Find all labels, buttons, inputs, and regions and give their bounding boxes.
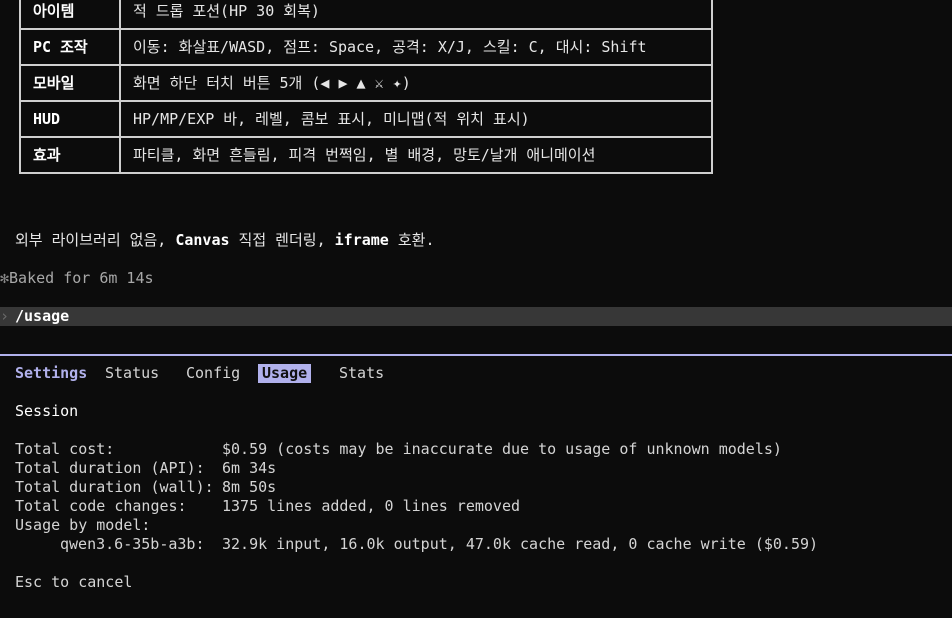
prompt-command[interactable]: /usage [15,307,69,326]
tab-config[interactable]: Config [186,364,240,383]
table-value-cell: 적 드롭 포션(HP 30 회복) [119,0,713,30]
total-cost-label: Total cost: [15,440,115,458]
tab-usage[interactable]: Usage [258,364,312,383]
asterisk-icon: ✻ [0,269,10,287]
table-key-cell: 아이템 [19,0,121,30]
note-iframe: iframe [334,231,389,249]
total-cost-value: $0.59 (costs may be inaccurate due to us… [222,440,782,458]
table-value-cell: 화면 하단 터치 버튼 5개 (◀ ▶ ▲ ⚔ ✦) [119,64,713,102]
prompt-line[interactable] [0,307,952,326]
note-text: 직접 렌더링, [229,231,335,249]
note-text: 호환. [388,231,435,249]
baked-status: ✻Baked for 6m 14s [0,269,154,288]
code-changes-value: 1375 lines added, 0 lines removed [222,497,521,515]
tab-status[interactable]: Status [105,364,159,383]
session-title: Session [15,402,79,420]
table-row: 아이템 적 드롭 포션(HP 30 회복) [19,0,713,30]
table-key-cell: 모바일 [19,64,121,102]
table-value-cell: 이동: 화살표/WASD, 점프: Space, 공격: X/J, 스킬: C,… [119,28,713,66]
table-key-cell: HUD [19,100,121,138]
table-row: 효과 파티클, 화면 흔들림, 피격 번쩍임, 별 배경, 망토/날개 애니메이… [19,136,713,174]
duration-wall-label: Total duration (wall): [15,478,214,496]
summary-note: 외부 라이브러리 없음, Canvas 직접 렌더링, iframe 호환. [15,231,435,250]
model-name: qwen3.6-35b-a3b: [60,535,205,553]
baked-text: Baked for 6m 14s [9,269,154,287]
table-key-cell: 효과 [19,136,121,174]
table-row: 모바일 화면 하단 터치 버튼 5개 (◀ ▶ ▲ ⚔ ✦) [19,64,713,102]
table-key-cell: PC 조작 [19,28,121,66]
settings-title: Settings [15,364,88,382]
feature-table: 아이템 적 드롭 포션(HP 30 회복) PC 조작 이동: 화살표/WASD… [19,0,713,174]
note-text: 외부 라이브러리 없음, [15,231,176,249]
tab-stats[interactable]: Stats [339,364,384,383]
model-usage-value: 32.9k input, 16.0k output, 47.0k cache r… [222,535,819,553]
table-row: PC 조작 이동: 화살표/WASD, 점프: Space, 공격: X/J, … [19,28,713,66]
note-canvas: Canvas [175,231,230,249]
duration-wall-value: 8m 50s [222,478,277,496]
table-value-cell: 파티클, 화면 흔들림, 피격 번쩍임, 별 배경, 망토/날개 애니메이션 [119,136,713,174]
table-row: HUD HP/MP/EXP 바, 레벨, 콤보 표시, 미니맵(적 위치 표시) [19,100,713,138]
table-value-cell: HP/MP/EXP 바, 레벨, 콤보 표시, 미니맵(적 위치 표시) [119,100,713,138]
chevron-right-icon: › [0,307,10,325]
usage-by-model-label: Usage by model: [15,516,151,534]
esc-cancel-hint: Esc to cancel [15,573,133,591]
panel-divider [0,354,952,356]
duration-api-value: 6m 34s [222,459,277,477]
code-changes-label: Total code changes: [15,497,187,515]
duration-api-label: Total duration (API): [15,459,205,477]
